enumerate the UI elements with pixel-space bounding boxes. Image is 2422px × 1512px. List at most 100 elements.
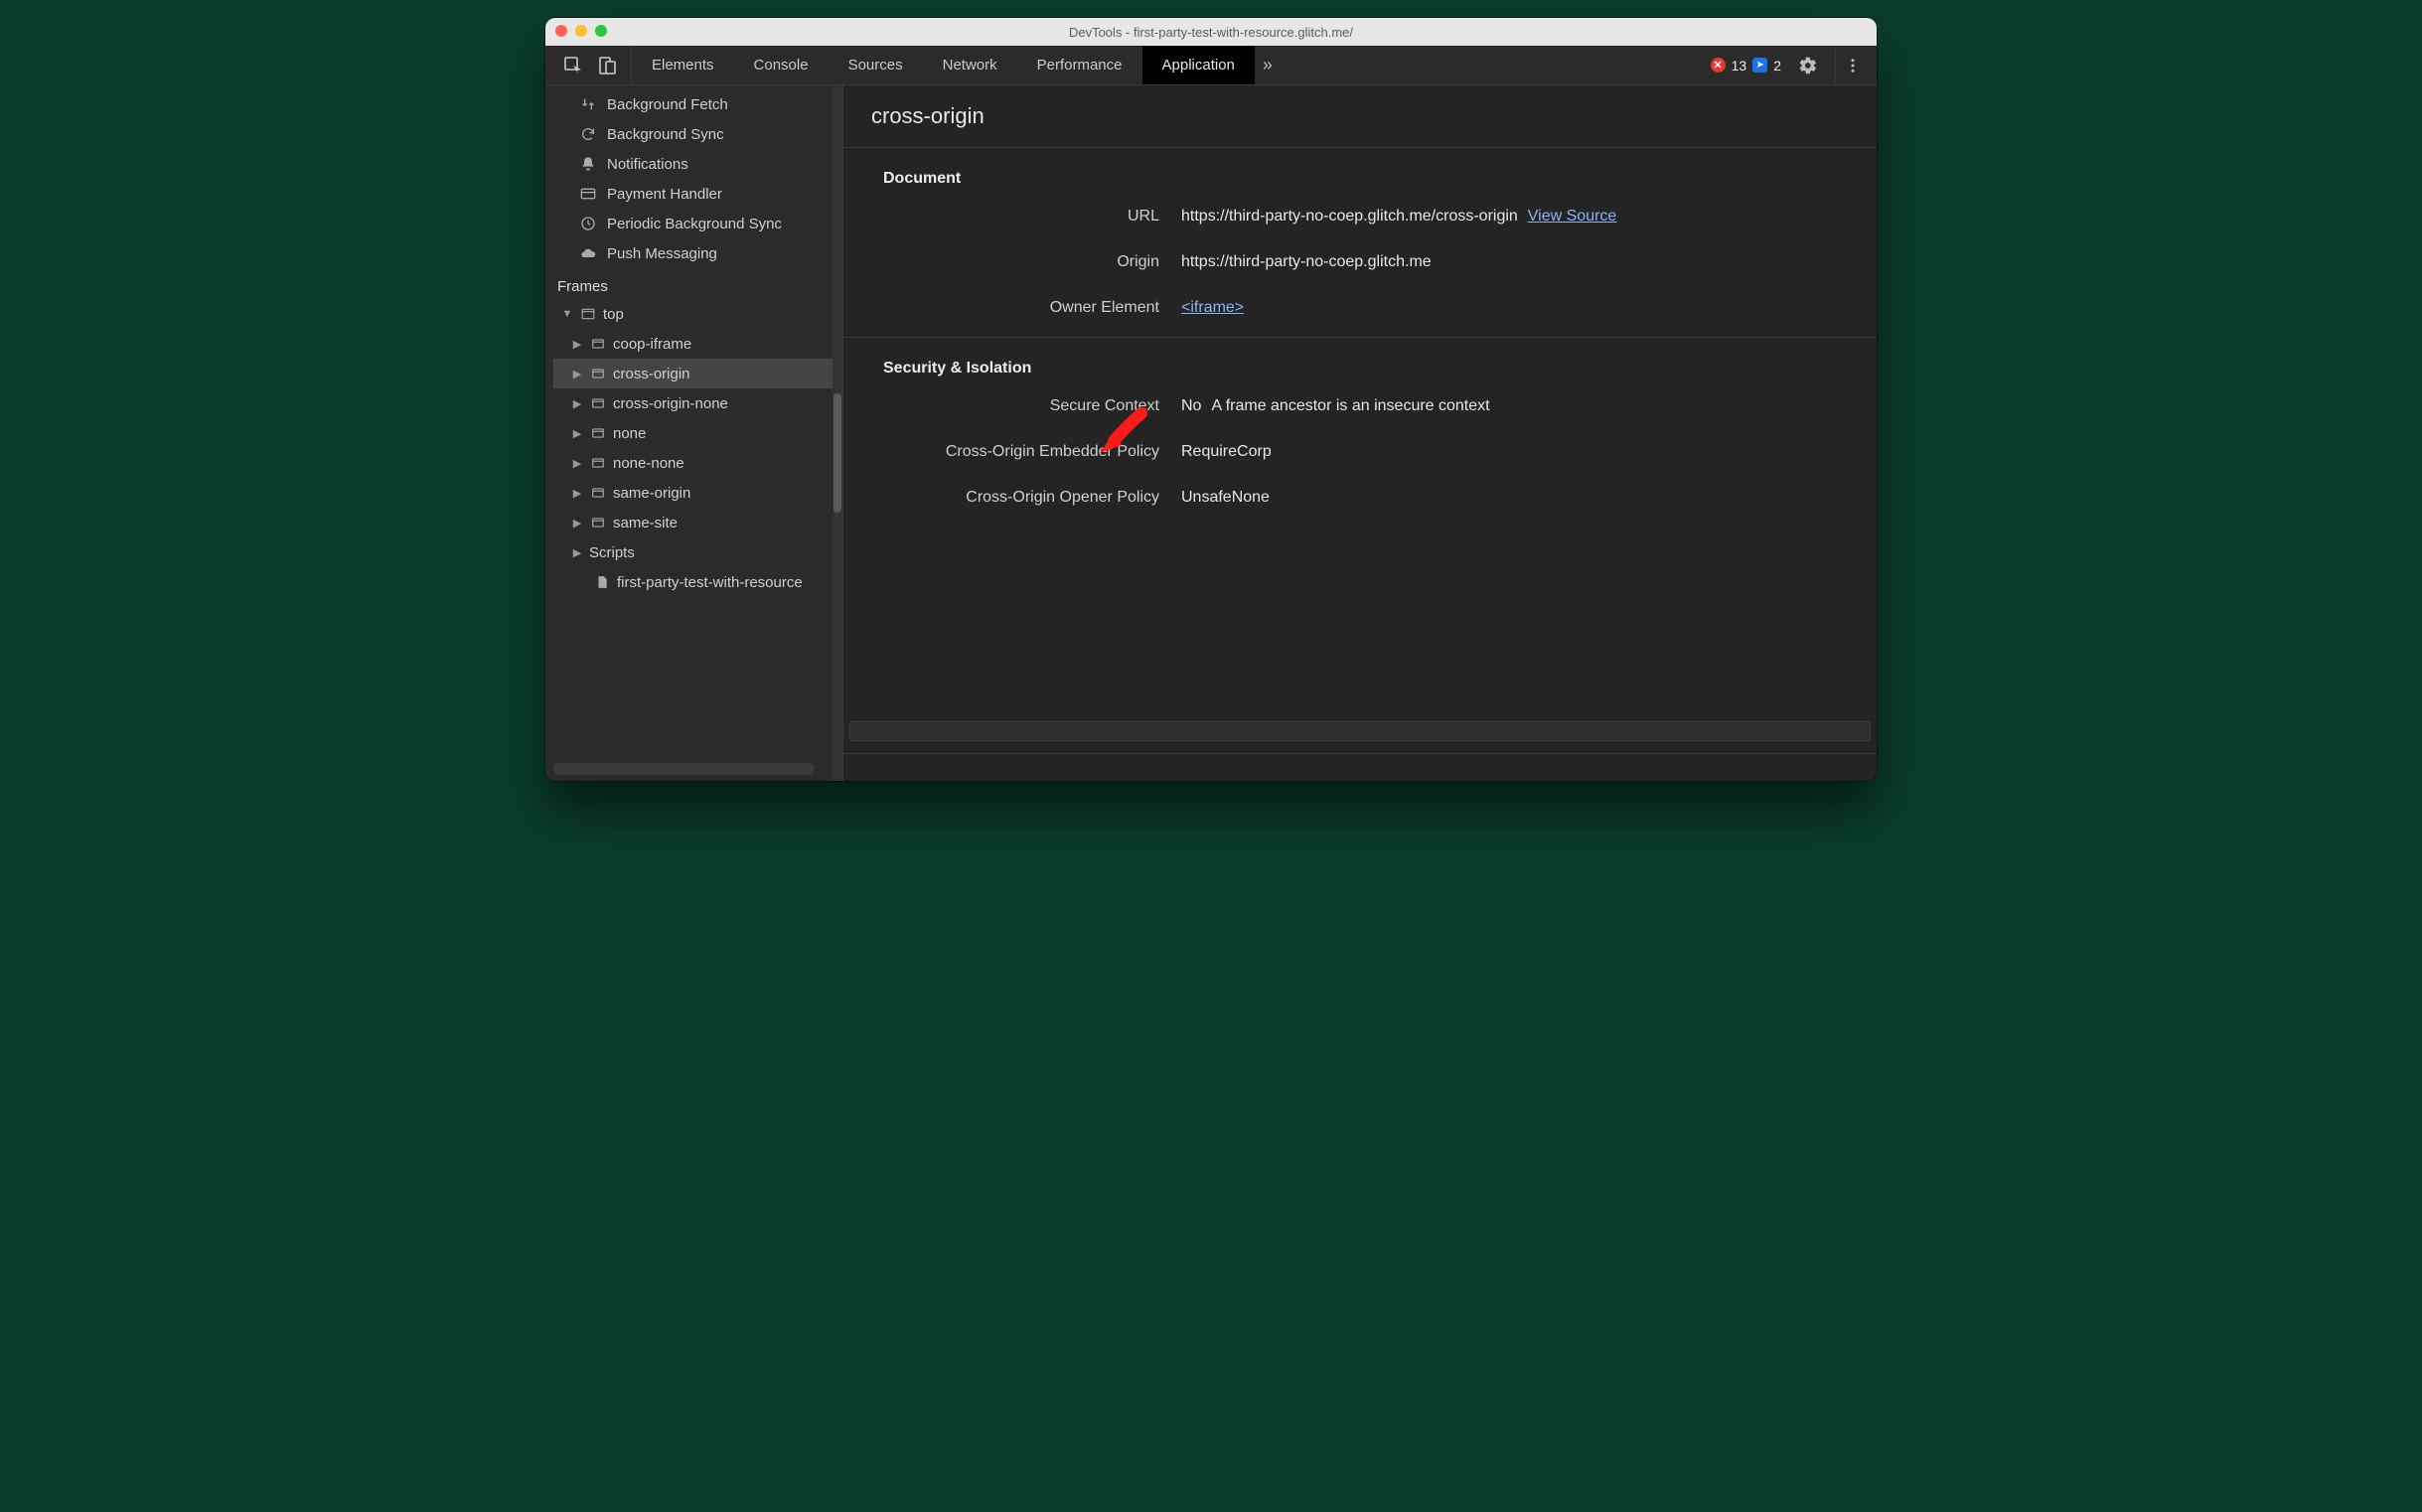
- clock-icon: [579, 216, 597, 231]
- caret-right-icon: ▶: [571, 427, 583, 440]
- tree-node-label: none-none: [613, 455, 684, 472]
- sidebar-item-background-sync[interactable]: Background Sync: [545, 119, 842, 149]
- titlebar: DevTools - first-party-test-with-resourc…: [545, 18, 1877, 46]
- close-window-button[interactable]: [555, 25, 567, 37]
- error-count: 13: [1732, 58, 1747, 74]
- settings-button[interactable]: [1791, 49, 1825, 82]
- details-footer-bar: [849, 721, 1871, 741]
- tree-node-frame[interactable]: ▶ cross-origin: [553, 359, 842, 388]
- row-value: RequireCorp: [1181, 443, 1272, 461]
- tab-label: Console: [754, 57, 809, 74]
- view-source-link[interactable]: View Source: [1528, 208, 1617, 226]
- swap-icon: [579, 96, 597, 112]
- more-glyph: »: [1263, 55, 1273, 76]
- kebab-icon: [1844, 57, 1862, 75]
- toolbar-left: [545, 46, 632, 84]
- more-tabs-button[interactable]: »: [1255, 46, 1288, 84]
- cloud-icon: [579, 245, 597, 261]
- toolbar-right: ✕ 13 ➤ 2: [1711, 46, 1877, 84]
- tab-elements[interactable]: Elements: [632, 46, 734, 84]
- card-icon: [579, 186, 597, 202]
- frames-tree: ▼ top ▶ coop-iframe ▶ cross-origin: [545, 299, 842, 597]
- zoom-window-button[interactable]: [595, 25, 607, 37]
- caret-right-icon: ▶: [571, 338, 583, 351]
- row-secure-context: Secure Context No A frame ancestor is an…: [843, 383, 1877, 429]
- minimize-window-button[interactable]: [575, 25, 587, 37]
- row-key: URL: [883, 208, 1181, 226]
- info-count: 2: [1773, 58, 1781, 74]
- tab-sources[interactable]: Sources: [829, 46, 923, 84]
- panel-tabs: Elements Console Sources Network Perform…: [632, 46, 1255, 84]
- frame-icon: [589, 396, 607, 410]
- frame-icon: [589, 516, 607, 529]
- tree-node-label: coop-iframe: [613, 336, 691, 353]
- frame-icon: [589, 337, 607, 351]
- tab-label: Sources: [848, 57, 903, 74]
- tree-node-frame[interactable]: ▶ none: [553, 418, 842, 448]
- tree-node-label: top: [603, 306, 624, 323]
- tree-node-label: none: [613, 425, 646, 442]
- sidebar-scrollbar-thumb[interactable]: [833, 393, 841, 513]
- section-title-document: Document: [843, 148, 1877, 194]
- sidebar-item-periodic-background-sync[interactable]: Periodic Background Sync: [545, 209, 842, 238]
- bell-icon: [579, 156, 597, 172]
- tree-node-frame[interactable]: ▶ coop-iframe: [553, 329, 842, 359]
- tree-node-label: same-site: [613, 515, 678, 531]
- details-bottom-cell: [843, 753, 1877, 781]
- sidebar-item-label: Payment Handler: [607, 186, 722, 203]
- row-origin: Origin https://third-party-no-coep.glitc…: [843, 239, 1877, 285]
- row-key: Cross-Origin Opener Policy: [883, 489, 1181, 507]
- tree-node-file[interactable]: first-party-test-with-resource: [553, 567, 842, 597]
- devtools-body: Background Fetch Background Sync Notific…: [545, 85, 1877, 781]
- tab-label: Network: [943, 57, 997, 74]
- row-value: No: [1181, 397, 1201, 415]
- sidebar-item-payment-handler[interactable]: Payment Handler: [545, 179, 842, 209]
- tab-console[interactable]: Console: [734, 46, 829, 84]
- tree-node-frame[interactable]: ▶ cross-origin-none: [553, 388, 842, 418]
- owner-element-link[interactable]: <iframe>: [1181, 299, 1244, 317]
- frame-details-panel: cross-origin Document URL https://third-…: [843, 85, 1877, 781]
- tab-label: Application: [1162, 57, 1235, 74]
- tree-node-frame[interactable]: ▶ same-site: [553, 508, 842, 537]
- sidebar-item-push-messaging[interactable]: Push Messaging: [545, 238, 842, 268]
- console-status[interactable]: ✕ 13 ➤ 2: [1711, 58, 1781, 74]
- row-value: https://third-party-no-coep.glitch.me: [1181, 253, 1432, 271]
- row-coop: Cross-Origin Opener Policy UnsafeNone: [843, 475, 1877, 521]
- caret-right-icon: ▶: [571, 517, 583, 529]
- tab-label: Elements: [652, 57, 714, 74]
- info-badge-icon: ➤: [1752, 58, 1767, 73]
- tree-node-top[interactable]: ▼ top: [553, 299, 842, 329]
- sidebar-item-label: Background Sync: [607, 126, 724, 143]
- tab-label: Performance: [1037, 57, 1123, 74]
- tab-application[interactable]: Application: [1142, 46, 1255, 84]
- tab-performance[interactable]: Performance: [1017, 46, 1142, 84]
- tree-node-frame[interactable]: ▶ none-none: [553, 448, 842, 478]
- more-options-button[interactable]: [1835, 49, 1869, 82]
- inspect-element-icon[interactable]: [563, 56, 583, 76]
- caret-right-icon: ▶: [571, 457, 583, 470]
- sidebar-item-notifications[interactable]: Notifications: [545, 149, 842, 179]
- tab-network[interactable]: Network: [923, 46, 1017, 84]
- row-extra: A frame ancestor is an insecure context: [1211, 397, 1489, 415]
- row-key: Owner Element: [883, 299, 1181, 317]
- tree-node-frame[interactable]: ▶ same-origin: [553, 478, 842, 508]
- frame-icon: [589, 486, 607, 500]
- window-title: DevTools - first-party-test-with-resourc…: [1069, 25, 1353, 40]
- annotation-arrow-icon: [1092, 405, 1151, 470]
- sync-icon: [579, 126, 597, 142]
- caret-right-icon: ▶: [571, 546, 583, 559]
- tree-node-label: cross-origin-none: [613, 395, 728, 412]
- caret-right-icon: ▶: [571, 487, 583, 500]
- row-value: UnsafeNone: [1181, 489, 1270, 507]
- tree-node-label: same-origin: [613, 485, 690, 502]
- sidebar-hscrollbar[interactable]: [553, 763, 815, 775]
- sidebar-item-label: Periodic Background Sync: [607, 216, 782, 232]
- caret-right-icon: ▶: [571, 368, 583, 380]
- caret-down-icon: ▼: [561, 308, 573, 320]
- row-value: https://third-party-no-coep.glitch.me/cr…: [1181, 208, 1518, 226]
- caret-right-icon: ▶: [571, 397, 583, 410]
- tree-node-scripts[interactable]: ▶ Scripts: [553, 537, 842, 567]
- device-toolbar-icon[interactable]: [597, 56, 617, 76]
- frame-icon: [589, 456, 607, 470]
- sidebar-item-background-fetch[interactable]: Background Fetch: [545, 89, 842, 119]
